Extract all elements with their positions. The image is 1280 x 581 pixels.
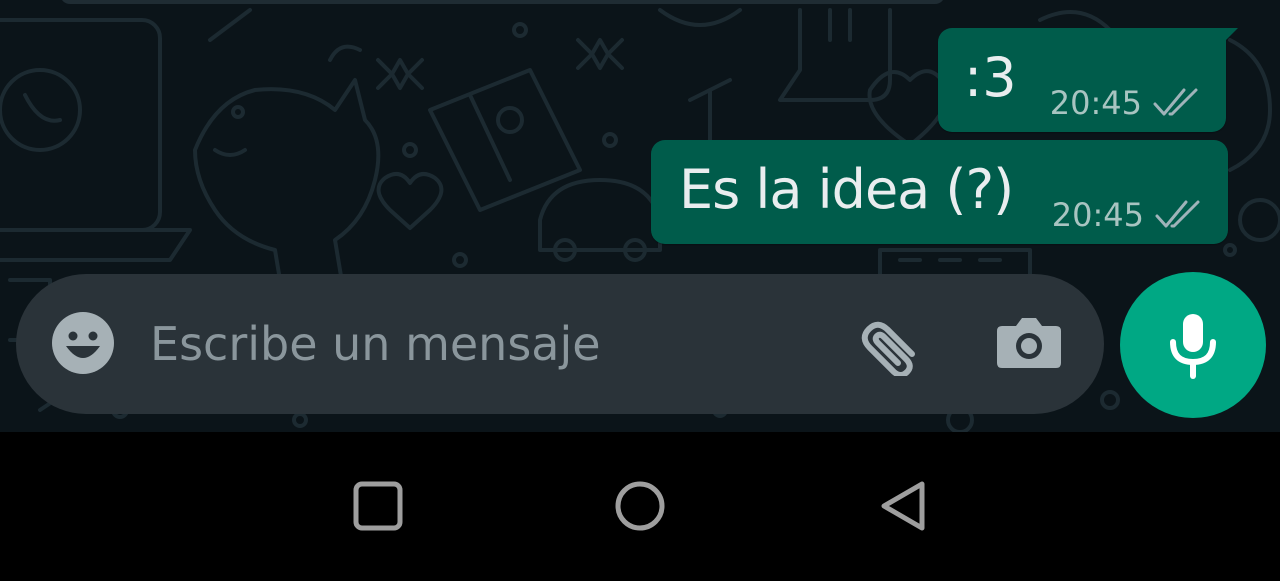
mic-button[interactable]	[1120, 272, 1266, 418]
message-time: 20:45	[1049, 84, 1142, 122]
bubble-tail	[1224, 28, 1238, 42]
camera-icon[interactable]	[996, 314, 1062, 370]
outgoing-message[interactable]: Es la idea (?) 20:45	[651, 140, 1228, 244]
message-meta: 20:45	[1052, 196, 1204, 234]
square-icon[interactable]	[348, 478, 408, 538]
chat-area: :3 20:45 Es la idea (?) 20:45	[0, 0, 1280, 432]
message-text: :3	[964, 46, 1017, 109]
emoji-icon[interactable]	[50, 310, 116, 376]
message-input[interactable]	[150, 308, 830, 380]
message-text: Es la idea (?)	[679, 158, 1014, 221]
paperclip-icon[interactable]	[856, 314, 926, 376]
message-composer	[16, 274, 1104, 414]
screen: :3 20:45 Es la idea (?) 20:45	[0, 0, 1280, 581]
microphone-icon	[1170, 314, 1216, 379]
triangle-back-icon[interactable]	[876, 478, 936, 538]
double-check-icon	[1155, 200, 1200, 228]
message-meta: 20:45	[1050, 84, 1202, 122]
double-check-icon	[1153, 88, 1198, 116]
system-navigation-bar	[0, 432, 1280, 581]
outgoing-message[interactable]: :3 20:45	[938, 28, 1238, 132]
circle-icon[interactable]	[610, 478, 670, 538]
previous-message-edge	[60, 0, 945, 4]
message-time: 20:45	[1051, 196, 1144, 234]
